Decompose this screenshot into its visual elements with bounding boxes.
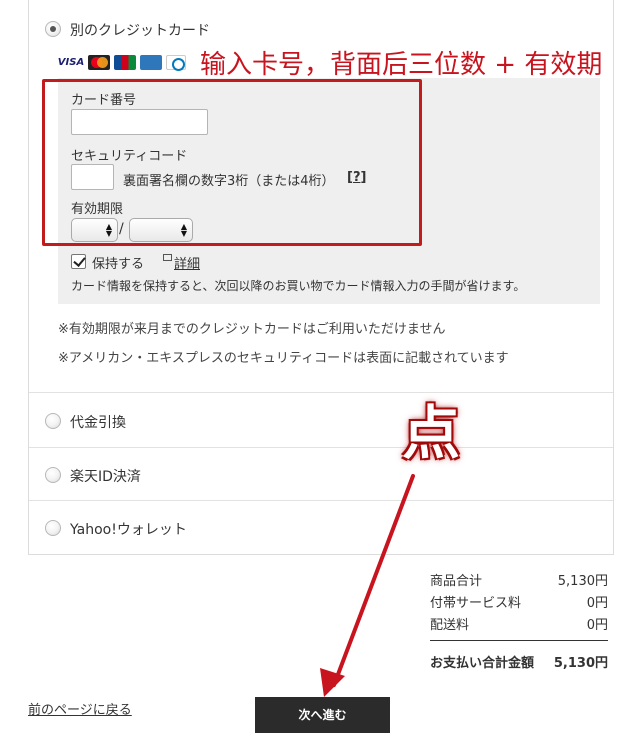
expiry-label: 有効期限: [71, 202, 124, 217]
save-card-note: カード情報を保持すると、次回以降のお買い物でカード情報入力の手間が省けます。: [71, 279, 526, 293]
subtotal-label: 商品合计: [430, 574, 483, 589]
expiry-note: ※有効期限が来月までのクレジットカードはご利用いただけません: [58, 322, 446, 337]
card-brand-logos: VISA: [57, 54, 186, 71]
external-link-icon: [163, 254, 172, 261]
yahoo-wallet-option-label: Yahoo!ウォレット: [70, 522, 187, 538]
subtotal-row: 商品合计 5,130円: [430, 570, 608, 592]
visa-logo: VISA: [57, 54, 85, 70]
select-arrows-icon: ▲ ▼: [105, 222, 112, 238]
card-instruction-annotation: 输入卡号，背面后三位数 + 有效期: [200, 50, 603, 80]
card-number-label: カード番号: [71, 93, 137, 108]
mastercard-logo: [88, 54, 110, 70]
jcb-logo: [114, 54, 136, 70]
card-number-input[interactable]: [71, 109, 208, 135]
rakuten-id-option-label: 楽天ID決済: [70, 469, 141, 485]
shipping-label: 配送料: [430, 618, 470, 633]
security-code-help[interactable]: [?]: [347, 170, 366, 185]
credit-card-option-label: 別のクレジットカード: [70, 23, 210, 39]
cod-option-label: 代金引換: [70, 415, 126, 431]
panel-divider: [29, 447, 613, 448]
select-arrows-icon: ▲ ▼: [180, 222, 187, 238]
detail-link[interactable]: 詳細: [174, 253, 200, 272]
rakuten-id-radio[interactable]: [45, 467, 61, 483]
panel-divider: [29, 500, 613, 501]
service-fee-row: 付帯サービス料 0円: [430, 592, 608, 614]
credit-card-radio[interactable]: [45, 21, 61, 37]
help-close-bracket: ]: [360, 170, 367, 185]
order-summary: 商品合计 5,130円 付帯サービス料 0円 配送料 0円 お支払い合計金額 5…: [430, 570, 608, 671]
save-card-label: 保持する: [92, 257, 145, 272]
service-fee-value: 0円: [586, 596, 608, 611]
amex-logo: [140, 54, 162, 70]
cod-radio[interactable]: [45, 413, 61, 429]
yahoo-wallet-radio[interactable]: [45, 520, 61, 536]
back-link[interactable]: 前のページに戻る: [28, 699, 132, 718]
panel-divider: [29, 392, 613, 393]
subtotal-value: 5,130円: [557, 574, 608, 589]
expiry-separator: /: [119, 221, 124, 237]
shipping-row: 配送料 0円: [430, 614, 608, 636]
total-label: お支払い合計金額: [430, 656, 535, 671]
click-marker-annotation: 点: [401, 399, 460, 467]
security-code-input[interactable]: [71, 164, 114, 190]
help-question-mark: ?: [352, 170, 361, 185]
pointer-arrow-head: [320, 668, 345, 697]
amex-note: ※アメリカン・エキスプレスのセキュリティコードは表面に記載されています: [58, 351, 509, 366]
next-button[interactable]: 次へ進む: [255, 697, 390, 733]
service-fee-label: 付帯サービス料: [430, 596, 522, 611]
security-code-hint: 裏面署名欄の数字3桁（または4桁）: [123, 174, 335, 189]
diners-logo: [166, 54, 186, 71]
summary-divider: [430, 640, 608, 641]
expiry-year-select[interactable]: ▲ ▼: [129, 218, 193, 242]
save-card-checkbox[interactable]: [71, 254, 86, 269]
total-value: 5,130円: [553, 656, 608, 671]
expiry-month-select[interactable]: ▲ ▼: [71, 218, 118, 242]
shipping-value: 0円: [586, 618, 608, 633]
security-code-label: セキュリティコード: [71, 149, 188, 164]
